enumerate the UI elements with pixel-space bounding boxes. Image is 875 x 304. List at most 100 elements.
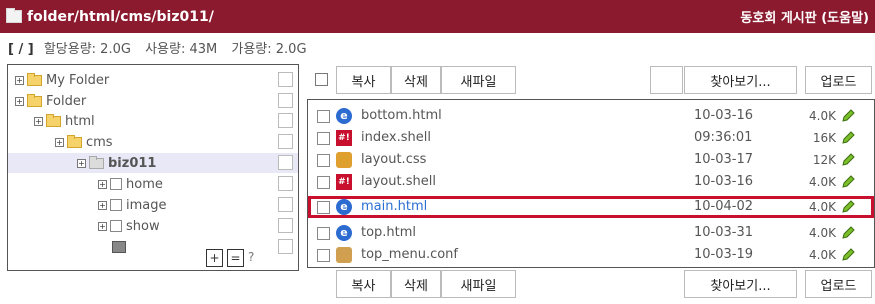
- file-date: 10-03-16: [694, 108, 754, 123]
- select-all-checkbox[interactable]: [315, 73, 328, 86]
- tree-item-label: image: [126, 197, 167, 213]
- item-checkbox[interactable]: [110, 178, 122, 190]
- file-checkbox[interactable]: [317, 154, 330, 167]
- file-row[interactable]: #! index.shell 09:36:01 16K: [308, 127, 874, 149]
- file-name[interactable]: layout.shell: [361, 174, 436, 189]
- file-row[interactable]: top_menu.conf 10-03-19 4.0K: [308, 244, 874, 266]
- expand-icon[interactable]: +: [77, 158, 86, 168]
- expand-icon[interactable]: +: [55, 137, 64, 147]
- item-checkbox[interactable]: [110, 199, 122, 211]
- file-checkbox[interactable]: [317, 176, 330, 189]
- file-row[interactable]: e top.html 10-03-31 4.0K: [308, 222, 874, 244]
- file-date: 09:36:01: [694, 130, 753, 145]
- expand-icon[interactable]: +: [15, 75, 24, 85]
- file-row-selected[interactable]: e main.html 10-04-02 4.0K: [308, 196, 874, 218]
- file-name[interactable]: index.shell: [361, 130, 431, 145]
- tree-item-show[interactable]: + show: [8, 216, 298, 236]
- expand-icon[interactable]: +: [98, 200, 107, 210]
- tree-item-checkbox[interactable]: [278, 176, 293, 191]
- tree-item-image[interactable]: + image: [8, 195, 298, 215]
- folder-icon: [6, 8, 22, 23]
- file-name[interactable]: bottom.html: [361, 108, 442, 123]
- edit-pencil-icon[interactable]: [840, 130, 856, 146]
- file-row[interactable]: layout.css 10-03-17 12K: [308, 149, 874, 171]
- browse-button-bottom[interactable]: 찾아보기...: [684, 270, 797, 298]
- tree-item-checkbox[interactable]: [278, 155, 293, 170]
- new-folder-icon[interactable]: [112, 241, 126, 253]
- copy-button[interactable]: 복사: [336, 66, 391, 94]
- tree-item-label: My Folder: [46, 72, 110, 88]
- tree-item-cms[interactable]: + cms: [8, 132, 298, 152]
- available-quota: 가용량: 2.0G: [231, 42, 307, 57]
- file-size: 16K: [812, 131, 836, 145]
- html-file-icon: e: [336, 108, 352, 124]
- title-bar: folder/html/cms/biz011/ 동호회 게시판 (도움말): [0, 0, 875, 33]
- html-file-icon: e: [336, 225, 352, 241]
- current-path: folder/html/cms/biz011/: [27, 8, 214, 25]
- file-date: 10-03-16: [694, 174, 754, 189]
- delete-button[interactable]: 삭제: [391, 66, 441, 94]
- folder-icon: [27, 72, 42, 86]
- tree-footer-row: [8, 237, 298, 257]
- file-size: 4.0K: [809, 248, 836, 262]
- tree-item-my-folder[interactable]: + My Folder: [8, 70, 298, 90]
- tree-item-checkbox[interactable]: [278, 113, 293, 128]
- add-folder-button[interactable]: +: [206, 249, 223, 267]
- expand-icon[interactable]: +: [34, 116, 43, 126]
- copy-button-bottom[interactable]: 복사: [336, 270, 391, 298]
- edit-pencil-icon[interactable]: [840, 199, 856, 215]
- browse-button[interactable]: 찾아보기...: [684, 66, 797, 94]
- quota-info: [ / ] 할당용량: 2.0G 사용량: 43M 가용량: 2.0G: [8, 38, 317, 57]
- tree-item-checkbox[interactable]: [278, 218, 293, 233]
- file-name[interactable]: top_menu.conf: [361, 247, 458, 262]
- file-name[interactable]: main.html: [361, 199, 427, 214]
- tree-item-checkbox[interactable]: [278, 72, 293, 87]
- file-name[interactable]: layout.css: [361, 152, 426, 167]
- tree-item-label: biz011: [108, 155, 157, 171]
- board-help-link[interactable]: 동호회 게시판 (도움말): [740, 7, 869, 26]
- file-size: 4.0K: [809, 200, 836, 214]
- edit-pencil-icon[interactable]: [840, 247, 856, 263]
- tree-item-html[interactable]: + html: [8, 111, 298, 131]
- shell-file-icon: #!: [336, 174, 352, 190]
- root-link[interactable]: [ / ]: [8, 42, 34, 57]
- file-row[interactable]: #! layout.shell 10-03-16 4.0K: [308, 171, 874, 193]
- file-checkbox[interactable]: [317, 110, 330, 123]
- file-date: 10-04-02: [694, 199, 754, 214]
- file-date: 10-03-17: [694, 152, 754, 167]
- expand-icon[interactable]: +: [98, 221, 107, 231]
- file-name[interactable]: top.html: [361, 225, 416, 240]
- expand-icon[interactable]: +: [98, 179, 107, 189]
- edit-pencil-icon[interactable]: [840, 108, 856, 124]
- delete-button-bottom[interactable]: 삭제: [391, 270, 441, 298]
- help-icon[interactable]: ?: [248, 250, 254, 264]
- file-list: e bottom.html 10-03-16 4.0K #! index.she…: [307, 99, 875, 268]
- rename-folder-button[interactable]: =: [227, 249, 244, 267]
- tree-item-biz011[interactable]: + biz011: [8, 153, 298, 173]
- file-checkbox[interactable]: [317, 132, 330, 145]
- tree-item-folder[interactable]: + Folder: [8, 91, 298, 111]
- edit-pencil-icon[interactable]: [840, 174, 856, 190]
- new-file-button-bottom[interactable]: 새파일: [441, 270, 516, 298]
- item-checkbox[interactable]: [110, 220, 122, 232]
- folder-icon: [46, 113, 61, 127]
- file-row[interactable]: e bottom.html 10-03-16 4.0K: [308, 105, 874, 127]
- upload-button[interactable]: 업로드: [805, 66, 872, 94]
- expand-icon[interactable]: +: [15, 96, 24, 106]
- file-path-input[interactable]: [650, 66, 683, 94]
- tree-item-checkbox[interactable]: [278, 93, 293, 108]
- tree-item-home[interactable]: + home: [8, 174, 298, 194]
- file-checkbox[interactable]: [317, 227, 330, 240]
- edit-pencil-icon[interactable]: [840, 152, 856, 168]
- tree-item-label: html: [65, 113, 95, 129]
- edit-pencil-icon[interactable]: [840, 225, 856, 241]
- upload-button-bottom[interactable]: 업로드: [805, 270, 872, 298]
- tree-item-checkbox[interactable]: [278, 239, 293, 254]
- file-date: 10-03-31: [694, 225, 754, 240]
- file-checkbox[interactable]: [317, 249, 330, 262]
- file-size: 4.0K: [809, 175, 836, 189]
- tree-item-checkbox[interactable]: [278, 134, 293, 149]
- new-file-button[interactable]: 새파일: [441, 66, 516, 94]
- tree-item-checkbox[interactable]: [278, 197, 293, 212]
- file-checkbox[interactable]: [317, 201, 330, 214]
